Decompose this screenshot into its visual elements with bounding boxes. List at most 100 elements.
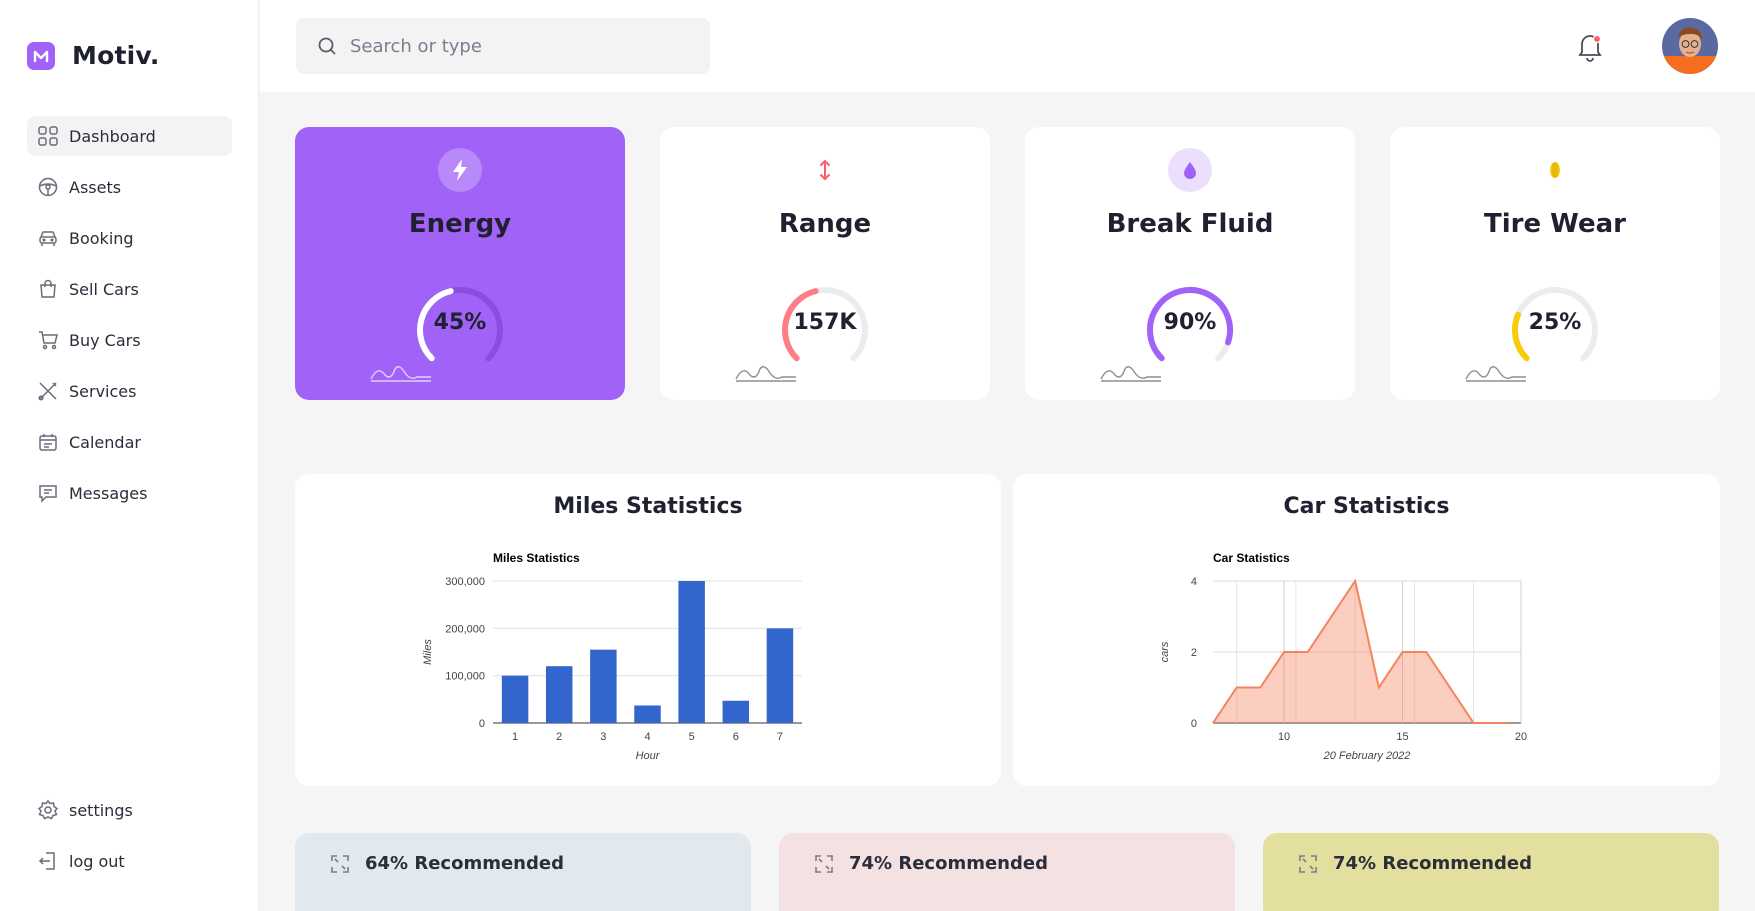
sidebar-item-label: Booking xyxy=(69,228,134,248)
bar xyxy=(722,700,750,723)
x-tick-label: 2 xyxy=(556,731,562,743)
car-icon xyxy=(39,231,57,246)
x-tick-label: 20 xyxy=(1515,731,1527,743)
chat-icon xyxy=(39,485,57,503)
sidebar-item-buy-cars[interactable]: Buy Cars xyxy=(27,320,232,360)
tools-icon xyxy=(38,382,57,401)
recommendation-card[interactable]: 74% Recommended xyxy=(1263,833,1719,911)
sidebar: Motiv. Dashboard Assets Booking Sell Car… xyxy=(0,0,259,911)
steering-wheel-icon xyxy=(38,177,58,197)
refresh-icon xyxy=(1299,855,1317,873)
search-icon xyxy=(318,37,336,55)
x-tick-label: 1 xyxy=(512,731,518,743)
grid-icon xyxy=(38,126,58,146)
panel-title: Car Statistics xyxy=(1283,494,1450,519)
sidebar-item-dashboard[interactable]: Dashboard xyxy=(27,116,232,156)
search-box[interactable] xyxy=(296,18,710,74)
avatar[interactable] xyxy=(1662,18,1718,74)
user-photo xyxy=(1662,18,1718,74)
recommendation-label: 74% Recommended xyxy=(1333,853,1532,874)
x-axis-label: 20 February 2022 xyxy=(1323,750,1411,762)
stat-title: Break Fluid xyxy=(1106,209,1274,239)
sidebar-item-label: Messages xyxy=(69,483,148,503)
bar xyxy=(590,649,617,723)
sidebar-item-messages[interactable]: Messages xyxy=(27,473,232,513)
y-axis-label: Miles xyxy=(422,639,434,665)
car-statistics-panel: Car Statistics 0 2 4 10 15 20 20 February 2022 c… xyxy=(1013,474,1720,786)
top-bar xyxy=(260,0,1755,92)
bar xyxy=(501,675,529,723)
recommendation-label: 64% Recommended xyxy=(365,853,564,874)
x-axis-label: Hour xyxy=(636,750,661,762)
stat-card-break-fluid[interactable]: Break Fluid 90% xyxy=(1025,127,1355,400)
refresh-icon xyxy=(331,855,349,873)
refresh-icon xyxy=(815,855,833,873)
search-input[interactable] xyxy=(350,35,680,57)
bar xyxy=(634,705,661,723)
chart-title: Miles Statistics xyxy=(493,551,580,565)
x-tick-label: 15 xyxy=(1396,731,1408,743)
sidebar-item-booking[interactable]: Booking xyxy=(27,218,232,258)
lightning-icon xyxy=(438,148,482,192)
sidebar-item-assets[interactable]: Assets xyxy=(27,167,232,207)
logo[interactable]: Motiv. xyxy=(27,41,160,70)
tire-icon xyxy=(1533,148,1577,192)
x-tick-label: 3 xyxy=(600,731,606,743)
bar xyxy=(678,581,705,723)
bar xyxy=(545,666,573,723)
stat-card-energy[interactable]: Energy 45% xyxy=(295,127,625,400)
sidebar-nav: Dashboard Assets Booking Sell Cars Buy C… xyxy=(27,116,232,524)
wave-decoration xyxy=(1100,366,1161,382)
sidebar-item-logout[interactable]: log out xyxy=(27,841,232,881)
sidebar-item-sell-cars[interactable]: Sell Cars xyxy=(27,269,232,309)
stat-title: Energy xyxy=(408,209,512,239)
stat-value: 90% xyxy=(1163,310,1217,335)
recommendation-label: 74% Recommended xyxy=(849,853,1048,874)
wave-decoration xyxy=(370,366,431,382)
sidebar-item-calendar[interactable]: Calendar xyxy=(27,422,232,462)
stat-title: Tire Wear xyxy=(1484,209,1626,239)
sidebar-item-label: Sell Cars xyxy=(69,279,139,299)
cart-icon xyxy=(39,331,58,350)
x-tick-label: 7 xyxy=(777,731,783,743)
stat-value: 25% xyxy=(1528,310,1582,335)
miles-bar-chart: Miles Statistics 0 100,000 200,000 300,000 1 2… xyxy=(422,551,802,762)
x-tick-label: 5 xyxy=(689,731,695,743)
sidebar-item-label: Assets xyxy=(69,177,122,197)
drop-icon xyxy=(1168,148,1212,192)
car-area-chart: Car Statistics 0 2 4 10 15 20 20 February 2022 c… xyxy=(1159,551,1527,762)
recommendation-card[interactable]: 64% Recommended xyxy=(295,833,751,911)
calendar-icon xyxy=(39,434,57,451)
y-tick-label: 300,000 xyxy=(445,576,485,588)
recommendation-card[interactable]: 74% Recommended xyxy=(779,833,1235,911)
stat-card-tire-wear[interactable]: Tire Wear 25% xyxy=(1390,127,1720,400)
notification-button[interactable] xyxy=(1575,30,1605,62)
vertical-arrows-icon xyxy=(803,148,847,192)
stat-value: 157K xyxy=(793,310,857,335)
wave-decoration xyxy=(1465,366,1526,382)
stat-title: Range xyxy=(778,209,872,239)
y-tick-label: 4 xyxy=(1191,576,1197,588)
panel-title: Miles Statistics xyxy=(553,494,743,519)
logo-icon xyxy=(27,41,55,70)
x-tick-label: 6 xyxy=(733,731,739,743)
app-name: Motiv. xyxy=(72,41,160,70)
x-tick-label: 10 xyxy=(1278,731,1290,743)
stat-value: 45% xyxy=(433,310,487,335)
sidebar-item-label: Buy Cars xyxy=(69,330,141,350)
sidebar-item-label: settings xyxy=(69,800,133,820)
stat-card-range[interactable]: Range 157K xyxy=(660,127,990,400)
chart-title: Car Statistics xyxy=(1213,551,1290,565)
wave-decoration xyxy=(735,366,796,382)
logout-icon xyxy=(38,852,55,870)
y-axis-label: cars xyxy=(1159,641,1171,662)
sidebar-bottom: settings log out xyxy=(27,790,232,892)
gear-icon xyxy=(37,799,59,820)
sidebar-item-settings[interactable]: settings xyxy=(27,790,232,830)
sidebar-item-services[interactable]: Services xyxy=(27,371,232,411)
miles-statistics-panel: Miles Statistics 0 100,000 200,000 300,000 1 2… xyxy=(295,474,1001,786)
shopping-bag-icon xyxy=(40,279,56,298)
y-tick-label: 0 xyxy=(479,718,485,730)
y-tick-label: 2 xyxy=(1191,647,1197,659)
x-tick-label: 4 xyxy=(644,731,650,743)
